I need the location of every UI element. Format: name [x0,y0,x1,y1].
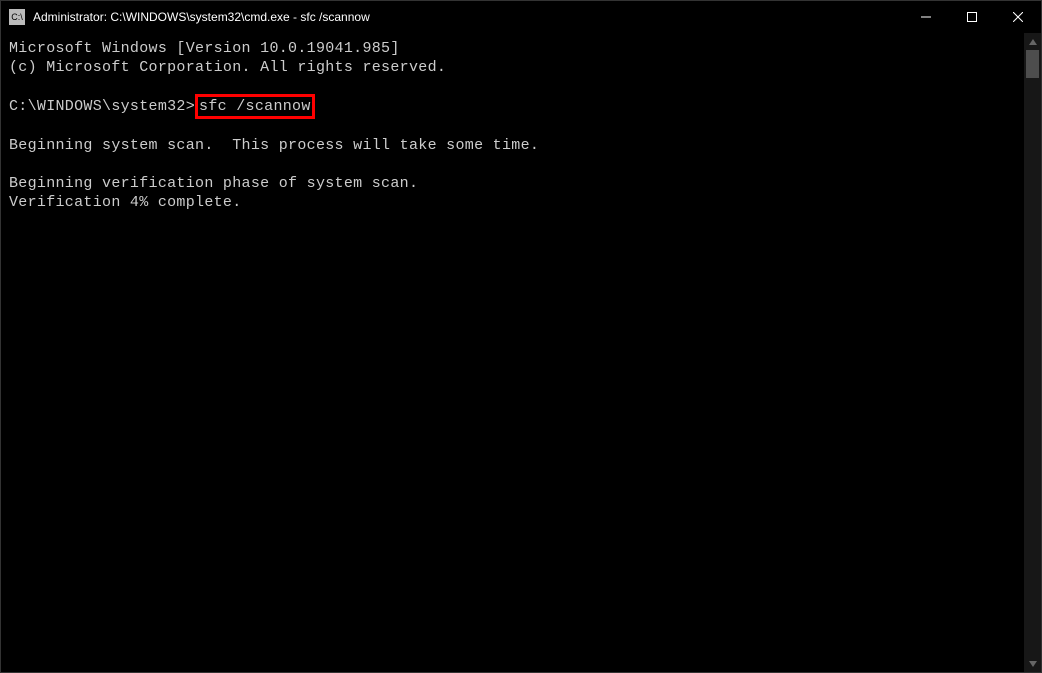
scroll-thumb[interactable] [1026,50,1039,78]
scroll-down-arrow[interactable] [1024,655,1041,672]
vertical-scrollbar[interactable] [1024,33,1041,672]
scan-begin-line: Beginning system scan. This process will… [9,137,539,154]
cmd-icon: C:\ [9,9,25,25]
window-title: Administrator: C:\WINDOWS\system32\cmd.e… [33,10,370,24]
maximize-button[interactable] [949,1,995,33]
command-highlight: sfc /scannow [195,94,315,119]
window-controls [903,1,1041,33]
copyright-line: (c) Microsoft Corporation. All rights re… [9,59,446,76]
content-area: Microsoft Windows [Version 10.0.19041.98… [1,33,1041,672]
titlebar-left: C:\ Administrator: C:\WINDOWS\system32\c… [1,9,370,25]
scroll-up-arrow[interactable] [1024,33,1041,50]
close-button[interactable] [995,1,1041,33]
titlebar[interactable]: C:\ Administrator: C:\WINDOWS\system32\c… [1,1,1041,33]
cmd-window: C:\ Administrator: C:\WINDOWS\system32\c… [0,0,1042,673]
prompt: C:\WINDOWS\system32> [9,98,195,115]
scroll-track[interactable] [1024,50,1041,655]
version-line: Microsoft Windows [Version 10.0.19041.98… [9,40,400,57]
terminal-output[interactable]: Microsoft Windows [Version 10.0.19041.98… [1,33,1024,672]
verify-begin-line: Beginning verification phase of system s… [9,175,418,192]
command-text: sfc /scannow [199,98,311,115]
minimize-button[interactable] [903,1,949,33]
progress-line: Verification 4% complete. [9,194,242,211]
